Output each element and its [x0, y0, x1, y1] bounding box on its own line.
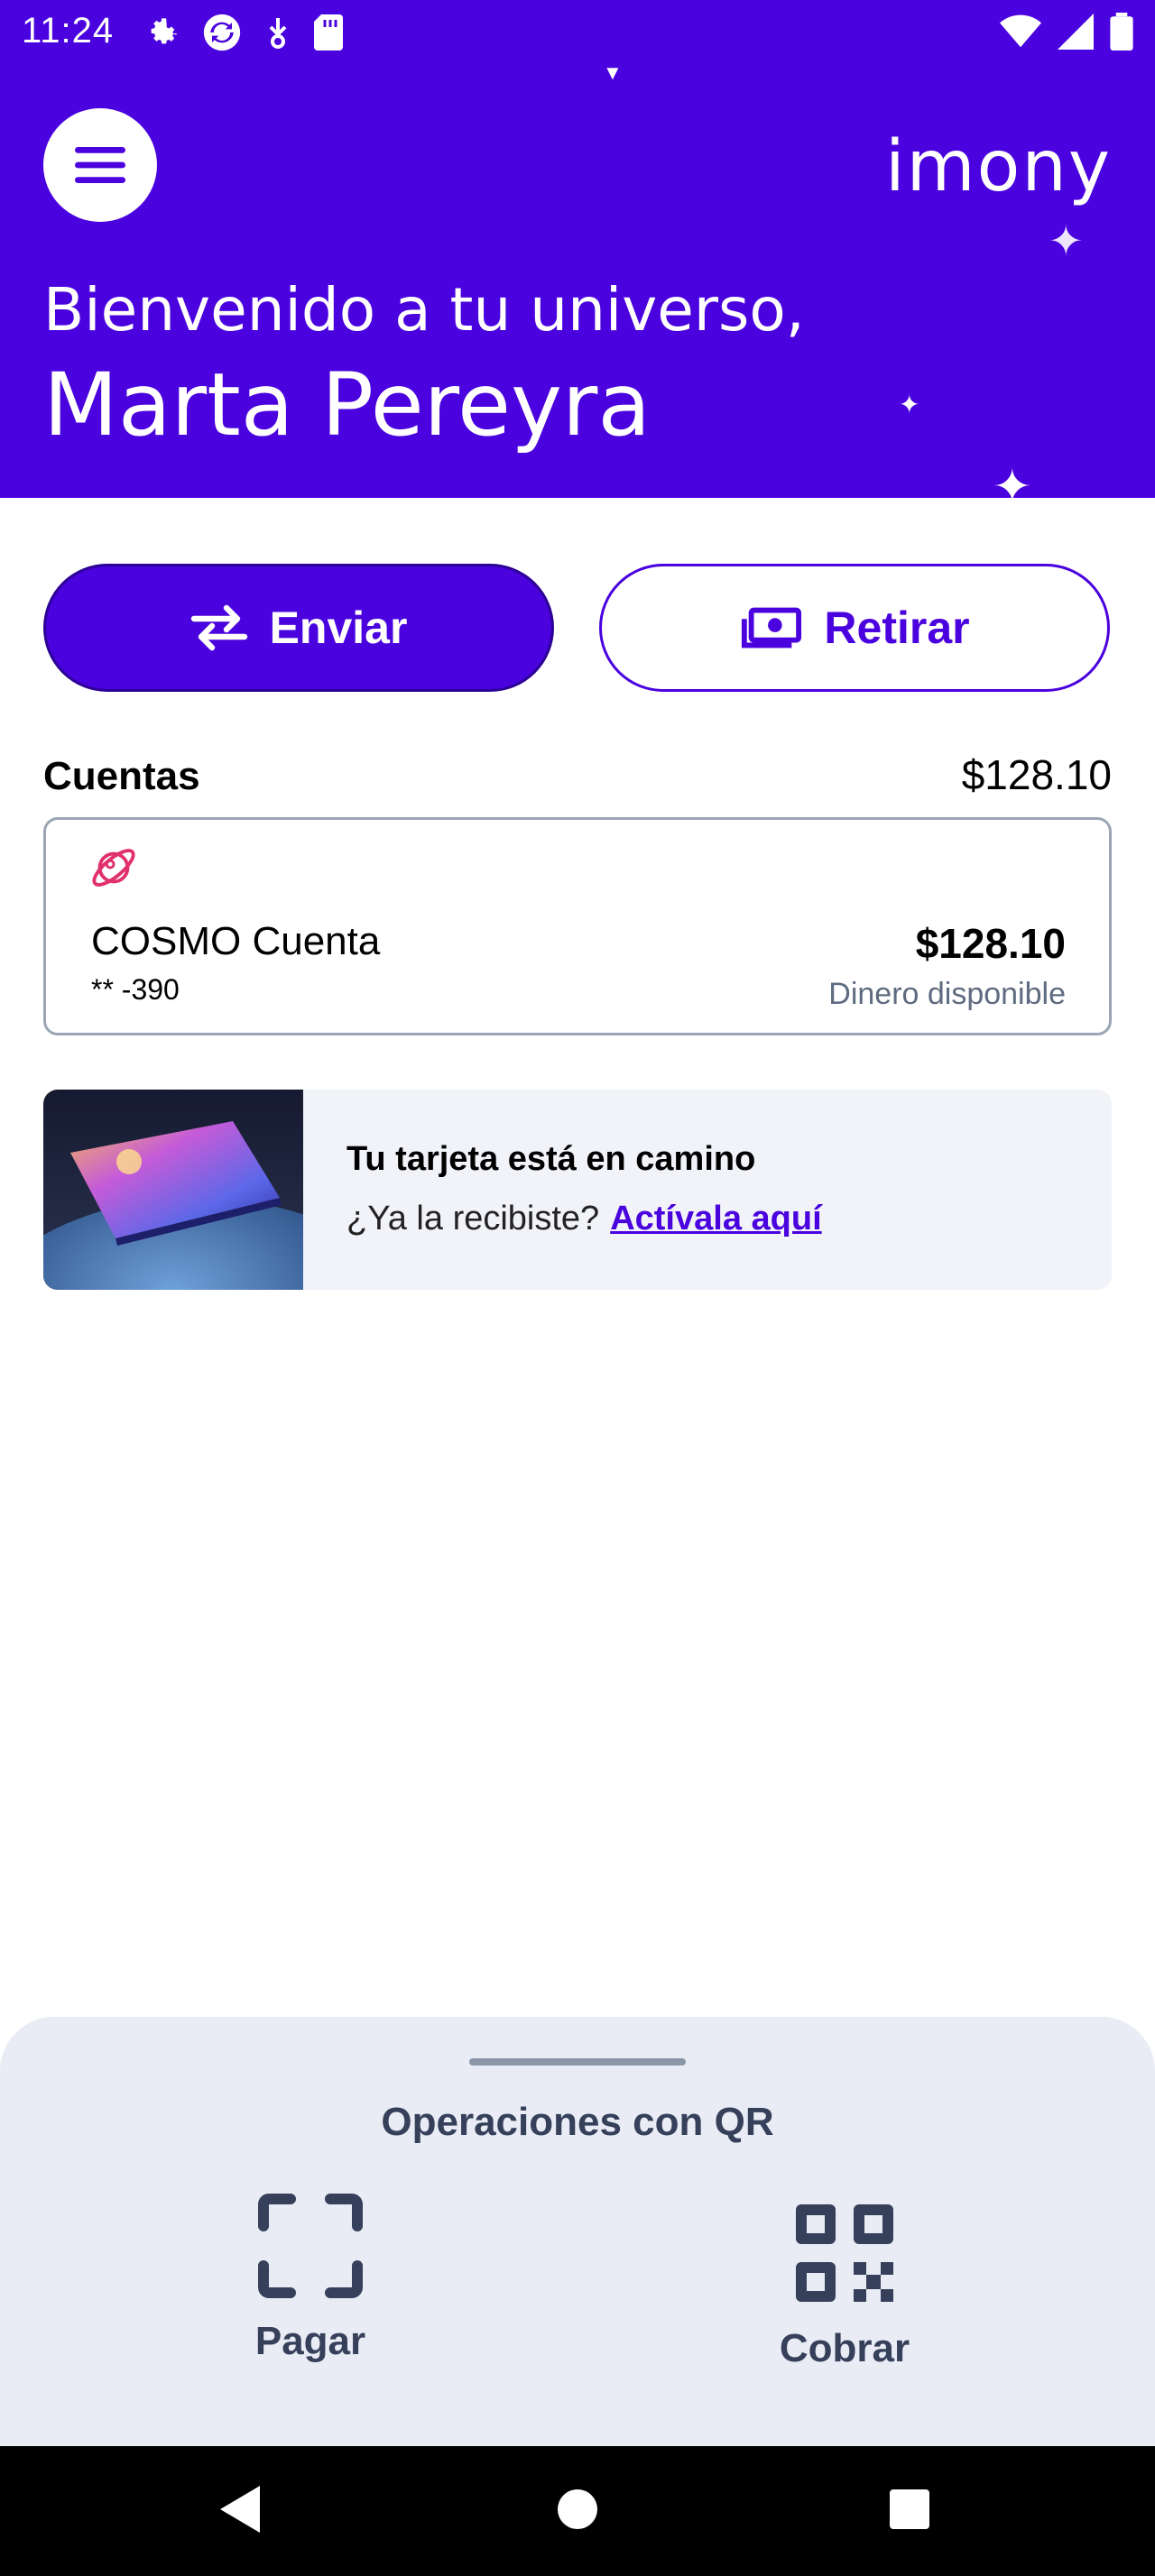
pay-label: Pagar	[254, 2319, 366, 2363]
sync-icon	[203, 14, 241, 51]
star-decoration: ✦	[1049, 217, 1084, 264]
transfer-arrows-icon	[190, 604, 247, 651]
qr-code-icon	[796, 2204, 893, 2302]
download-icon	[269, 18, 287, 49]
accounts-title: Cuentas	[43, 754, 200, 798]
battery-icon	[1110, 13, 1133, 51]
sheet-drag-handle[interactable]	[469, 2058, 686, 2065]
account-name: COSMO Cuenta	[91, 919, 381, 963]
account-balance: $128.10	[915, 920, 1066, 967]
imony-logo: imony	[885, 126, 1112, 207]
activate-card-link[interactable]: Actívala aquí	[610, 1200, 821, 1237]
promo-text: ¿Ya la recibiste? Actívala aquí	[346, 1200, 822, 1238]
withdraw-button[interactable]: Retirar	[599, 564, 1110, 692]
scan-frame-icon	[258, 2194, 363, 2298]
status-icons-left	[144, 13, 343, 52]
card-on-earth-image	[43, 1090, 303, 1290]
star-decoration: ✦	[993, 461, 1032, 498]
status-bar: 11:24	[0, 0, 1155, 65]
wifi-icon	[1000, 14, 1041, 48]
promo-question: ¿Ya la recibiste?	[346, 1200, 600, 1237]
cash-icon	[742, 607, 802, 649]
accounts-total: $128.10	[961, 751, 1112, 798]
send-button[interactable]: Enviar	[43, 564, 554, 692]
account-balance-caption: Dinero disponible	[828, 977, 1066, 1011]
recents-icon[interactable]	[890, 2489, 929, 2529]
status-icons-right	[1000, 13, 1133, 51]
charge-label: Cobrar	[779, 2326, 910, 2370]
planet-icon	[92, 849, 135, 887]
card-promo-banner: Tu tarjeta está en camino ¿Ya la recibis…	[43, 1090, 1112, 1290]
hamburger-menu-icon	[75, 147, 125, 183]
settings-icon	[151, 18, 177, 44]
account-card[interactable]: COSMO Cuenta ** -390 $128.10 Dinero disp…	[43, 817, 1112, 1035]
menu-button[interactable]	[43, 108, 157, 222]
header: ▼ ✦ ✦ ✦ 11:24 imony Bienvenido a tu univ…	[0, 0, 1155, 498]
send-button-label: Enviar	[269, 603, 408, 653]
account-number: ** -390	[91, 973, 180, 1006]
status-time: 11:24	[22, 11, 115, 51]
system-navigation-bar	[0, 2446, 1155, 2576]
home-icon[interactable]	[558, 2489, 597, 2529]
sd-card-icon	[314, 14, 343, 51]
charge-qr-button[interactable]: Cobrar	[736, 2194, 953, 2371]
user-name: Marta Pereyra	[43, 354, 651, 455]
qr-operations-title: Operaciones con QR	[381, 2100, 774, 2144]
withdraw-button-label: Retirar	[824, 603, 970, 653]
signal-icon	[1058, 14, 1094, 50]
greeting-text: Bienvenido a tu universo,	[43, 275, 805, 345]
qr-operations-sheet: Operaciones con QR Pagar Cobrar	[0, 2017, 1155, 2446]
back-icon[interactable]	[220, 2486, 260, 2533]
star-decoration: ✦	[899, 391, 920, 419]
promo-title: Tu tarjeta está en camino	[346, 1140, 756, 1178]
pay-qr-button[interactable]: Pagar	[202, 2194, 419, 2364]
